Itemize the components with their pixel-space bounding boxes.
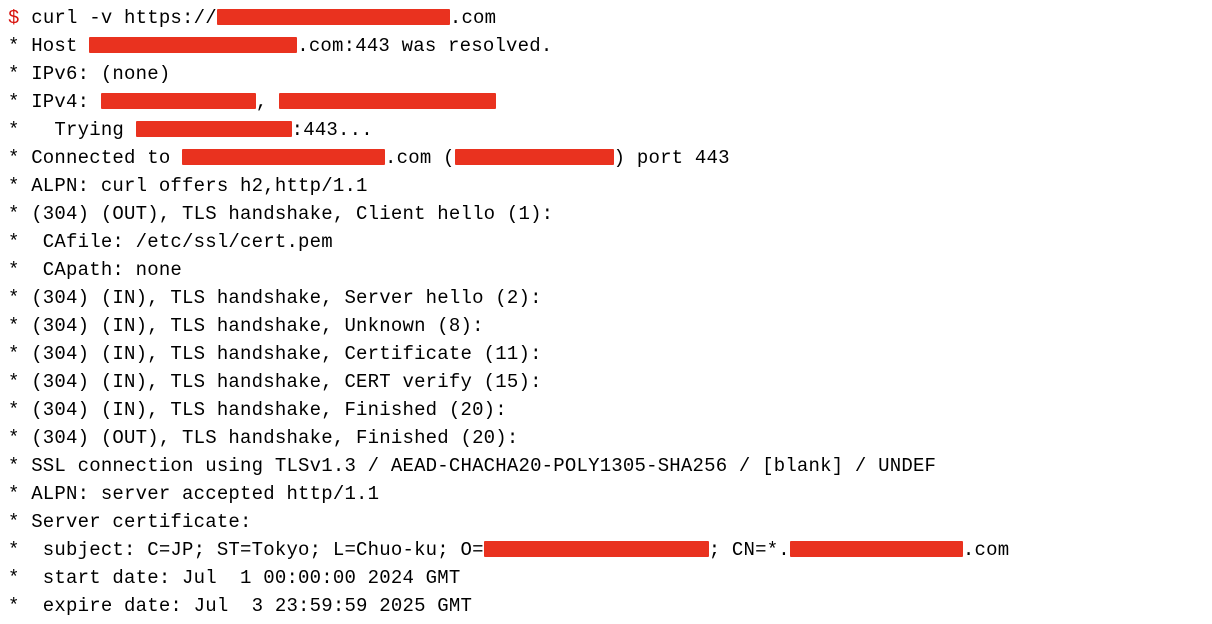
cafile-line: * CAfile: /etc/ssl/cert.pem <box>8 231 333 253</box>
text: .com <box>963 539 1009 561</box>
redacted-ip <box>101 93 256 109</box>
text: * Trying <box>8 119 136 141</box>
tls-in-serverhello-line: * (304) (IN), TLS handshake, Server hell… <box>8 287 542 309</box>
text: * Connected to <box>8 147 182 169</box>
host-resolved-line: * Host .com:443 was resolved. <box>8 35 552 57</box>
capath-line: * CApath: none <box>8 259 182 281</box>
ssl-connection-line: * SSL connection using TLSv1.3 / AEAD-CH… <box>8 455 936 477</box>
text: * Host <box>8 35 89 57</box>
redacted-host <box>89 37 297 53</box>
redacted-ip <box>136 121 292 137</box>
tls-in-unknown-line: * (304) (IN), TLS handshake, Unknown (8)… <box>8 315 484 337</box>
tls-out-clienthello-line: * (304) (OUT), TLS handshake, Client hel… <box>8 203 553 225</box>
text: .com:443 was resolved. <box>297 35 552 57</box>
tls-in-certificate-line: * (304) (IN), TLS handshake, Certificate… <box>8 343 542 365</box>
command-text-tail: .com <box>450 7 496 29</box>
cert-expire-date-line: * expire date: Jul 3 23:59:59 2025 GMT <box>8 595 472 617</box>
text: * subject: C=JP; ST=Tokyo; L=Chuo-ku; O= <box>8 539 484 561</box>
command-text: curl -v https:// <box>20 7 217 29</box>
text: ; CN=*. <box>709 539 790 561</box>
terminal-output: $ curl -v https:// .com * Host .com:443 w… <box>0 0 1212 624</box>
redacted-cn <box>790 541 963 557</box>
ipv6-line: * IPv6: (none) <box>8 63 170 85</box>
prompt-line: $ curl -v https:// .com <box>8 7 496 29</box>
text: .com ( <box>385 147 455 169</box>
text: :443... <box>292 119 373 141</box>
redacted-ip <box>455 149 614 165</box>
cert-start-date-line: * start date: Jul 1 00:00:00 2024 GMT <box>8 567 460 589</box>
alpn-accepted-line: * ALPN: server accepted http/1.1 <box>8 483 379 505</box>
redacted-ip <box>279 93 496 109</box>
redacted-url <box>217 9 450 25</box>
cert-subject-line: * subject: C=JP; ST=Tokyo; L=Chuo-ku; O=… <box>8 539 1009 561</box>
tls-in-finished-line: * (304) (IN), TLS handshake, Finished (2… <box>8 399 507 421</box>
redacted-host <box>182 149 385 165</box>
text: ) port 443 <box>614 147 730 169</box>
alpn-offer-line: * ALPN: curl offers h2,http/1.1 <box>8 175 368 197</box>
text: , <box>256 91 279 113</box>
ipv4-line: * IPv4: , <box>8 91 496 113</box>
tls-out-finished-line: * (304) (OUT), TLS handshake, Finished (… <box>8 427 518 449</box>
redacted-org <box>484 541 709 557</box>
tls-in-certverify-line: * (304) (IN), TLS handshake, CERT verify… <box>8 371 542 393</box>
server-cert-header-line: * Server certificate: <box>8 511 252 533</box>
connected-line: * Connected to .com ( ) port 443 <box>8 147 730 169</box>
trying-line: * Trying :443... <box>8 119 373 141</box>
prompt-symbol: $ <box>8 7 20 29</box>
text: * IPv4: <box>8 91 101 113</box>
